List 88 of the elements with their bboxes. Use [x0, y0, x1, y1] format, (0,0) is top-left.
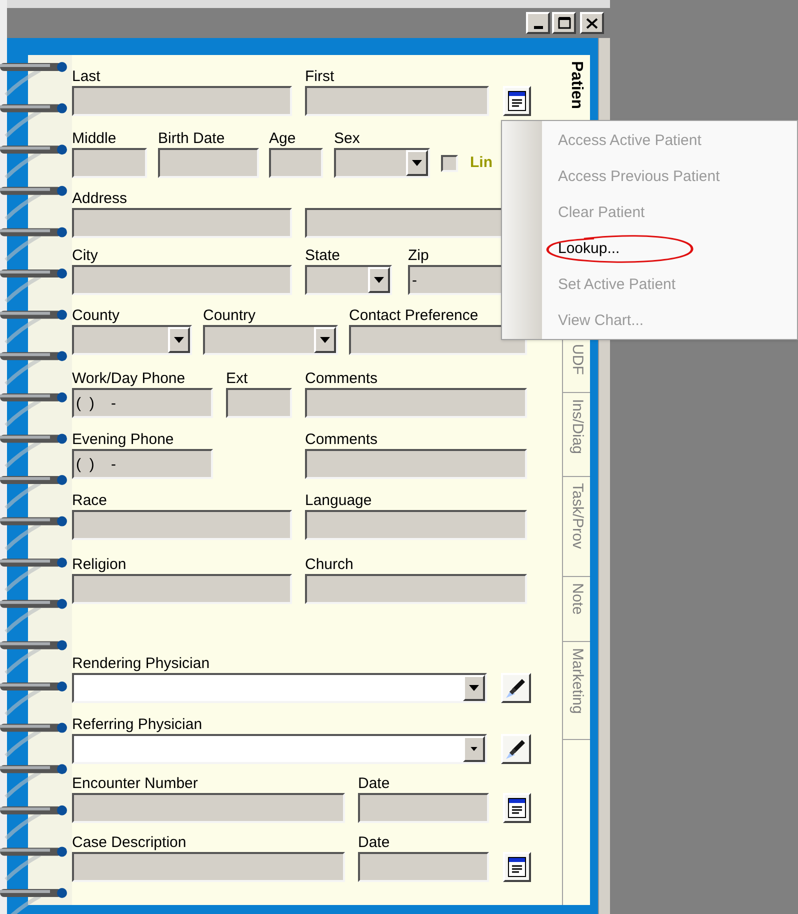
- caret-down-icon: [412, 160, 422, 166]
- search-button[interactable]: [501, 673, 531, 703]
- caret-down-icon: [320, 337, 330, 343]
- caret-down-icon: [374, 277, 384, 283]
- field-label: Date: [358, 834, 391, 852]
- field-label: Birth Date: [158, 130, 226, 148]
- dropdown-field[interactable]: [203, 325, 338, 355]
- menu-item[interactable]: Lookup...: [542, 231, 797, 267]
- text-field[interactable]: [305, 388, 527, 418]
- dropdown-arrow-button[interactable]: [406, 150, 428, 176]
- field-label: State: [305, 247, 342, 265]
- text-field[interactable]: [305, 510, 527, 540]
- document-list-icon: [508, 857, 526, 877]
- dropdown-arrow-button[interactable]: [168, 327, 190, 353]
- close-icon: [586, 18, 598, 28]
- field-label: Last: [72, 68, 102, 86]
- dropdown-field[interactable]: [72, 734, 487, 764]
- field-label: Referring Physician: [72, 716, 204, 734]
- field-label: Contact Preference: [349, 307, 480, 325]
- text-field[interactable]: [72, 86, 292, 116]
- caret-down-icon: [470, 747, 478, 751]
- field-label: Address: [72, 190, 128, 208]
- field-label: Rendering Physician: [72, 655, 211, 673]
- text-field[interactable]: [305, 86, 489, 116]
- text-field[interactable]: [72, 793, 345, 823]
- document-list-icon: [508, 798, 526, 818]
- caret-down-icon: [469, 685, 479, 691]
- checkbox[interactable]: [441, 154, 458, 172]
- field-label: Case Description: [72, 834, 188, 852]
- text-field[interactable]: ( ) -: [72, 449, 213, 479]
- dropdown-field[interactable]: [305, 265, 392, 295]
- text-field[interactable]: [305, 449, 527, 479]
- field-label: Evening Phone: [72, 431, 175, 449]
- text-field[interactable]: [358, 793, 489, 823]
- field-label: Ext: [226, 370, 249, 388]
- maximize-button[interactable]: [552, 12, 576, 34]
- field-label: City: [72, 247, 99, 265]
- text-field[interactable]: [305, 574, 527, 604]
- text-field[interactable]: [269, 148, 323, 178]
- dropdown-arrow-button[interactable]: [463, 675, 485, 701]
- dropdown-arrow-button[interactable]: [463, 736, 485, 762]
- field-label: Sex: [334, 130, 361, 148]
- dropdown-field[interactable]: [334, 148, 430, 178]
- field-label: Comments: [305, 431, 379, 449]
- text-field[interactable]: [72, 852, 345, 882]
- side-tab[interactable]: Marketing: [562, 642, 590, 740]
- text-field[interactable]: [358, 852, 489, 882]
- field-label: Zip: [408, 247, 430, 265]
- text-field[interactable]: [226, 388, 292, 418]
- minimize-button[interactable]: [526, 12, 550, 34]
- field-label: Religion: [72, 556, 128, 574]
- checkbox-label: Lin: [470, 152, 492, 173]
- field-label: Comments: [305, 370, 379, 388]
- search-button[interactable]: [501, 734, 531, 764]
- field-label: Country: [203, 307, 257, 325]
- close-button[interactable]: [580, 12, 604, 34]
- text-field[interactable]: [72, 510, 292, 540]
- list-button[interactable]: [503, 852, 531, 882]
- dropdown-field[interactable]: [72, 673, 487, 703]
- field-label: Date: [358, 775, 391, 793]
- text-field[interactable]: ( ) -: [72, 388, 213, 418]
- dropdown-arrow-button[interactable]: [368, 267, 390, 293]
- field-label: Work/Day Phone: [72, 370, 186, 388]
- field-label: First: [305, 68, 336, 86]
- maximize-icon: [558, 17, 570, 29]
- text-field[interactable]: [72, 574, 292, 604]
- list-button[interactable]: [503, 86, 531, 116]
- field-label: Church: [305, 556, 354, 574]
- text-field[interactable]: [349, 325, 527, 355]
- minimize-icon: [534, 26, 542, 29]
- text-field[interactable]: [72, 208, 292, 238]
- field-label: Middle: [72, 130, 118, 148]
- side-tab[interactable]: Note: [562, 577, 590, 642]
- field-label: County: [72, 307, 121, 325]
- field-label: Encounter Number: [72, 775, 199, 793]
- field-label: Age: [269, 130, 297, 148]
- caret-down-icon: [174, 337, 184, 343]
- text-field[interactable]: [158, 148, 259, 178]
- side-tab[interactable]: Task/Prov: [562, 477, 590, 577]
- field-label: Language: [305, 492, 373, 510]
- text-field[interactable]: [72, 265, 292, 295]
- side-tab[interactable]: Ins/Diag: [562, 393, 590, 477]
- dropdown-field[interactable]: [72, 325, 192, 355]
- field-label: Race: [72, 492, 108, 510]
- document-list-icon: [508, 91, 526, 111]
- dropdown-arrow-button[interactable]: [314, 327, 336, 353]
- list-button[interactable]: [503, 793, 531, 823]
- text-field[interactable]: [72, 148, 147, 178]
